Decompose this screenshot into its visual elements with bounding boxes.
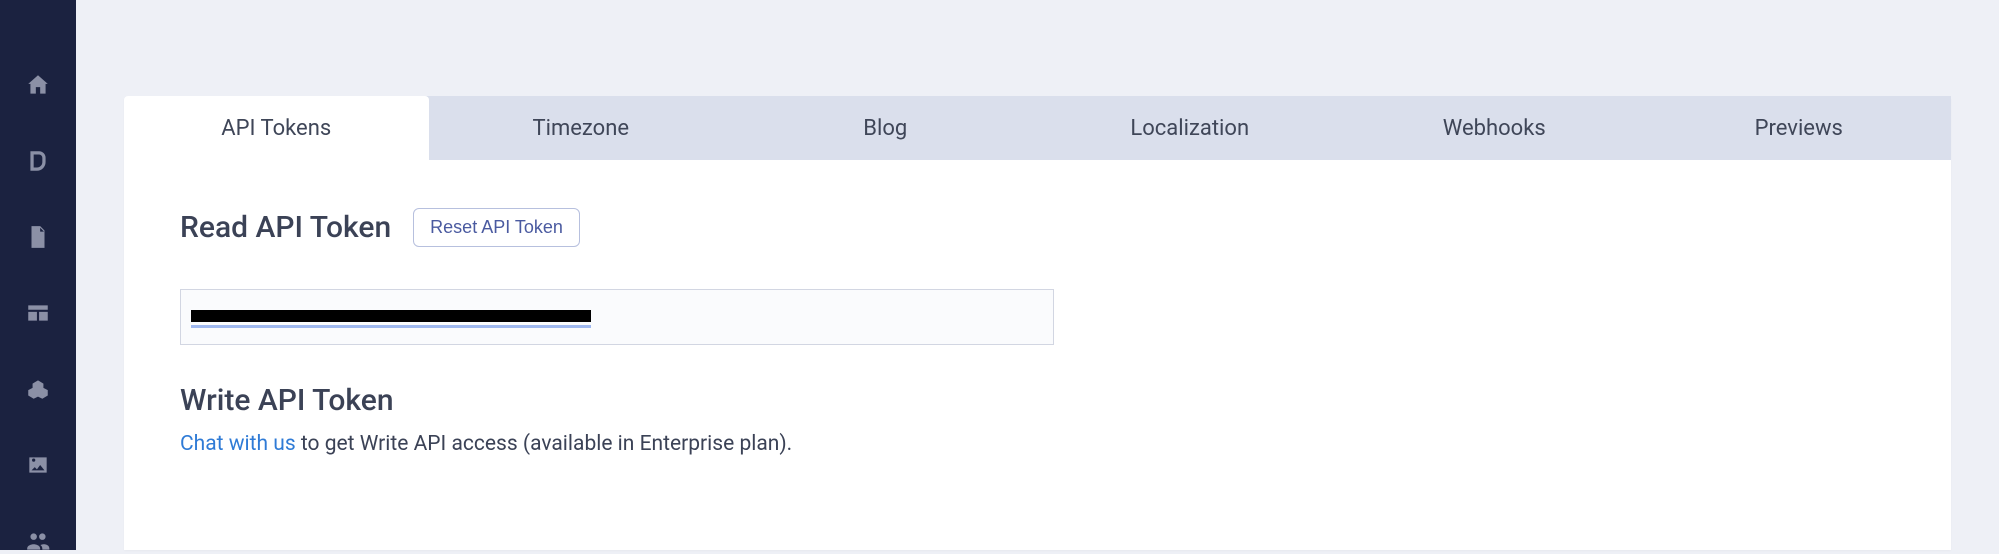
write-token-description: Chat with us to get Write API access (av… [180, 430, 1895, 459]
sidebar-home[interactable] [24, 72, 52, 98]
addon-icon [25, 376, 51, 402]
tab-webhooks[interactable]: Webhooks [1342, 96, 1647, 160]
write-token-heading: Write API Token [180, 383, 1895, 418]
read-token-value: ████████████████████████████████████████ [191, 310, 591, 322]
tab-content: Read API Token Reset API Token █████████… [124, 160, 1951, 507]
users-icon [25, 528, 51, 554]
tab-api-tokens[interactable]: API Tokens [124, 96, 429, 160]
tab-label: Webhooks [1443, 116, 1546, 141]
reset-api-token-button[interactable]: Reset API Token [413, 208, 580, 247]
sidebar-users[interactable] [24, 528, 52, 554]
blog-icon [25, 148, 51, 174]
tab-previews[interactable]: Previews [1647, 96, 1952, 160]
sidebar-media[interactable] [24, 452, 52, 478]
image-icon [25, 452, 51, 478]
chat-with-us-link[interactable]: Chat with us [180, 432, 296, 456]
read-token-heading: Read API Token [180, 210, 391, 245]
tabs-bar: API Tokens Timezone Blog Localization We… [124, 96, 1951, 160]
write-token-section: Write API Token Chat with us to get Writ… [180, 383, 1895, 459]
tab-localization[interactable]: Localization [1038, 96, 1343, 160]
tab-label: Blog [863, 116, 907, 141]
main-area: API Tokens Timezone Blog Localization We… [76, 0, 1999, 550]
grid-icon [25, 300, 51, 326]
sidebar-document[interactable] [24, 224, 52, 250]
home-icon [25, 72, 51, 98]
sidebar-blog[interactable] [24, 148, 52, 174]
tab-label: Timezone [532, 116, 629, 141]
settings-panel: API Tokens Timezone Blog Localization We… [124, 96, 1951, 550]
tab-label: Localization [1130, 116, 1249, 141]
tab-timezone[interactable]: Timezone [429, 96, 734, 160]
sidebar [0, 0, 76, 550]
tab-label: API Tokens [221, 116, 331, 141]
sidebar-grid[interactable] [24, 300, 52, 326]
read-token-header: Read API Token Reset API Token [180, 208, 1895, 247]
sidebar-addon[interactable] [24, 376, 52, 402]
tab-blog[interactable]: Blog [733, 96, 1038, 160]
write-token-desc-text: to get Write API access (available in En… [296, 432, 793, 456]
document-icon [25, 224, 51, 250]
tab-label: Previews [1755, 116, 1843, 141]
read-token-input[interactable]: ████████████████████████████████████████ [180, 289, 1054, 345]
token-selection-highlight [191, 325, 591, 328]
